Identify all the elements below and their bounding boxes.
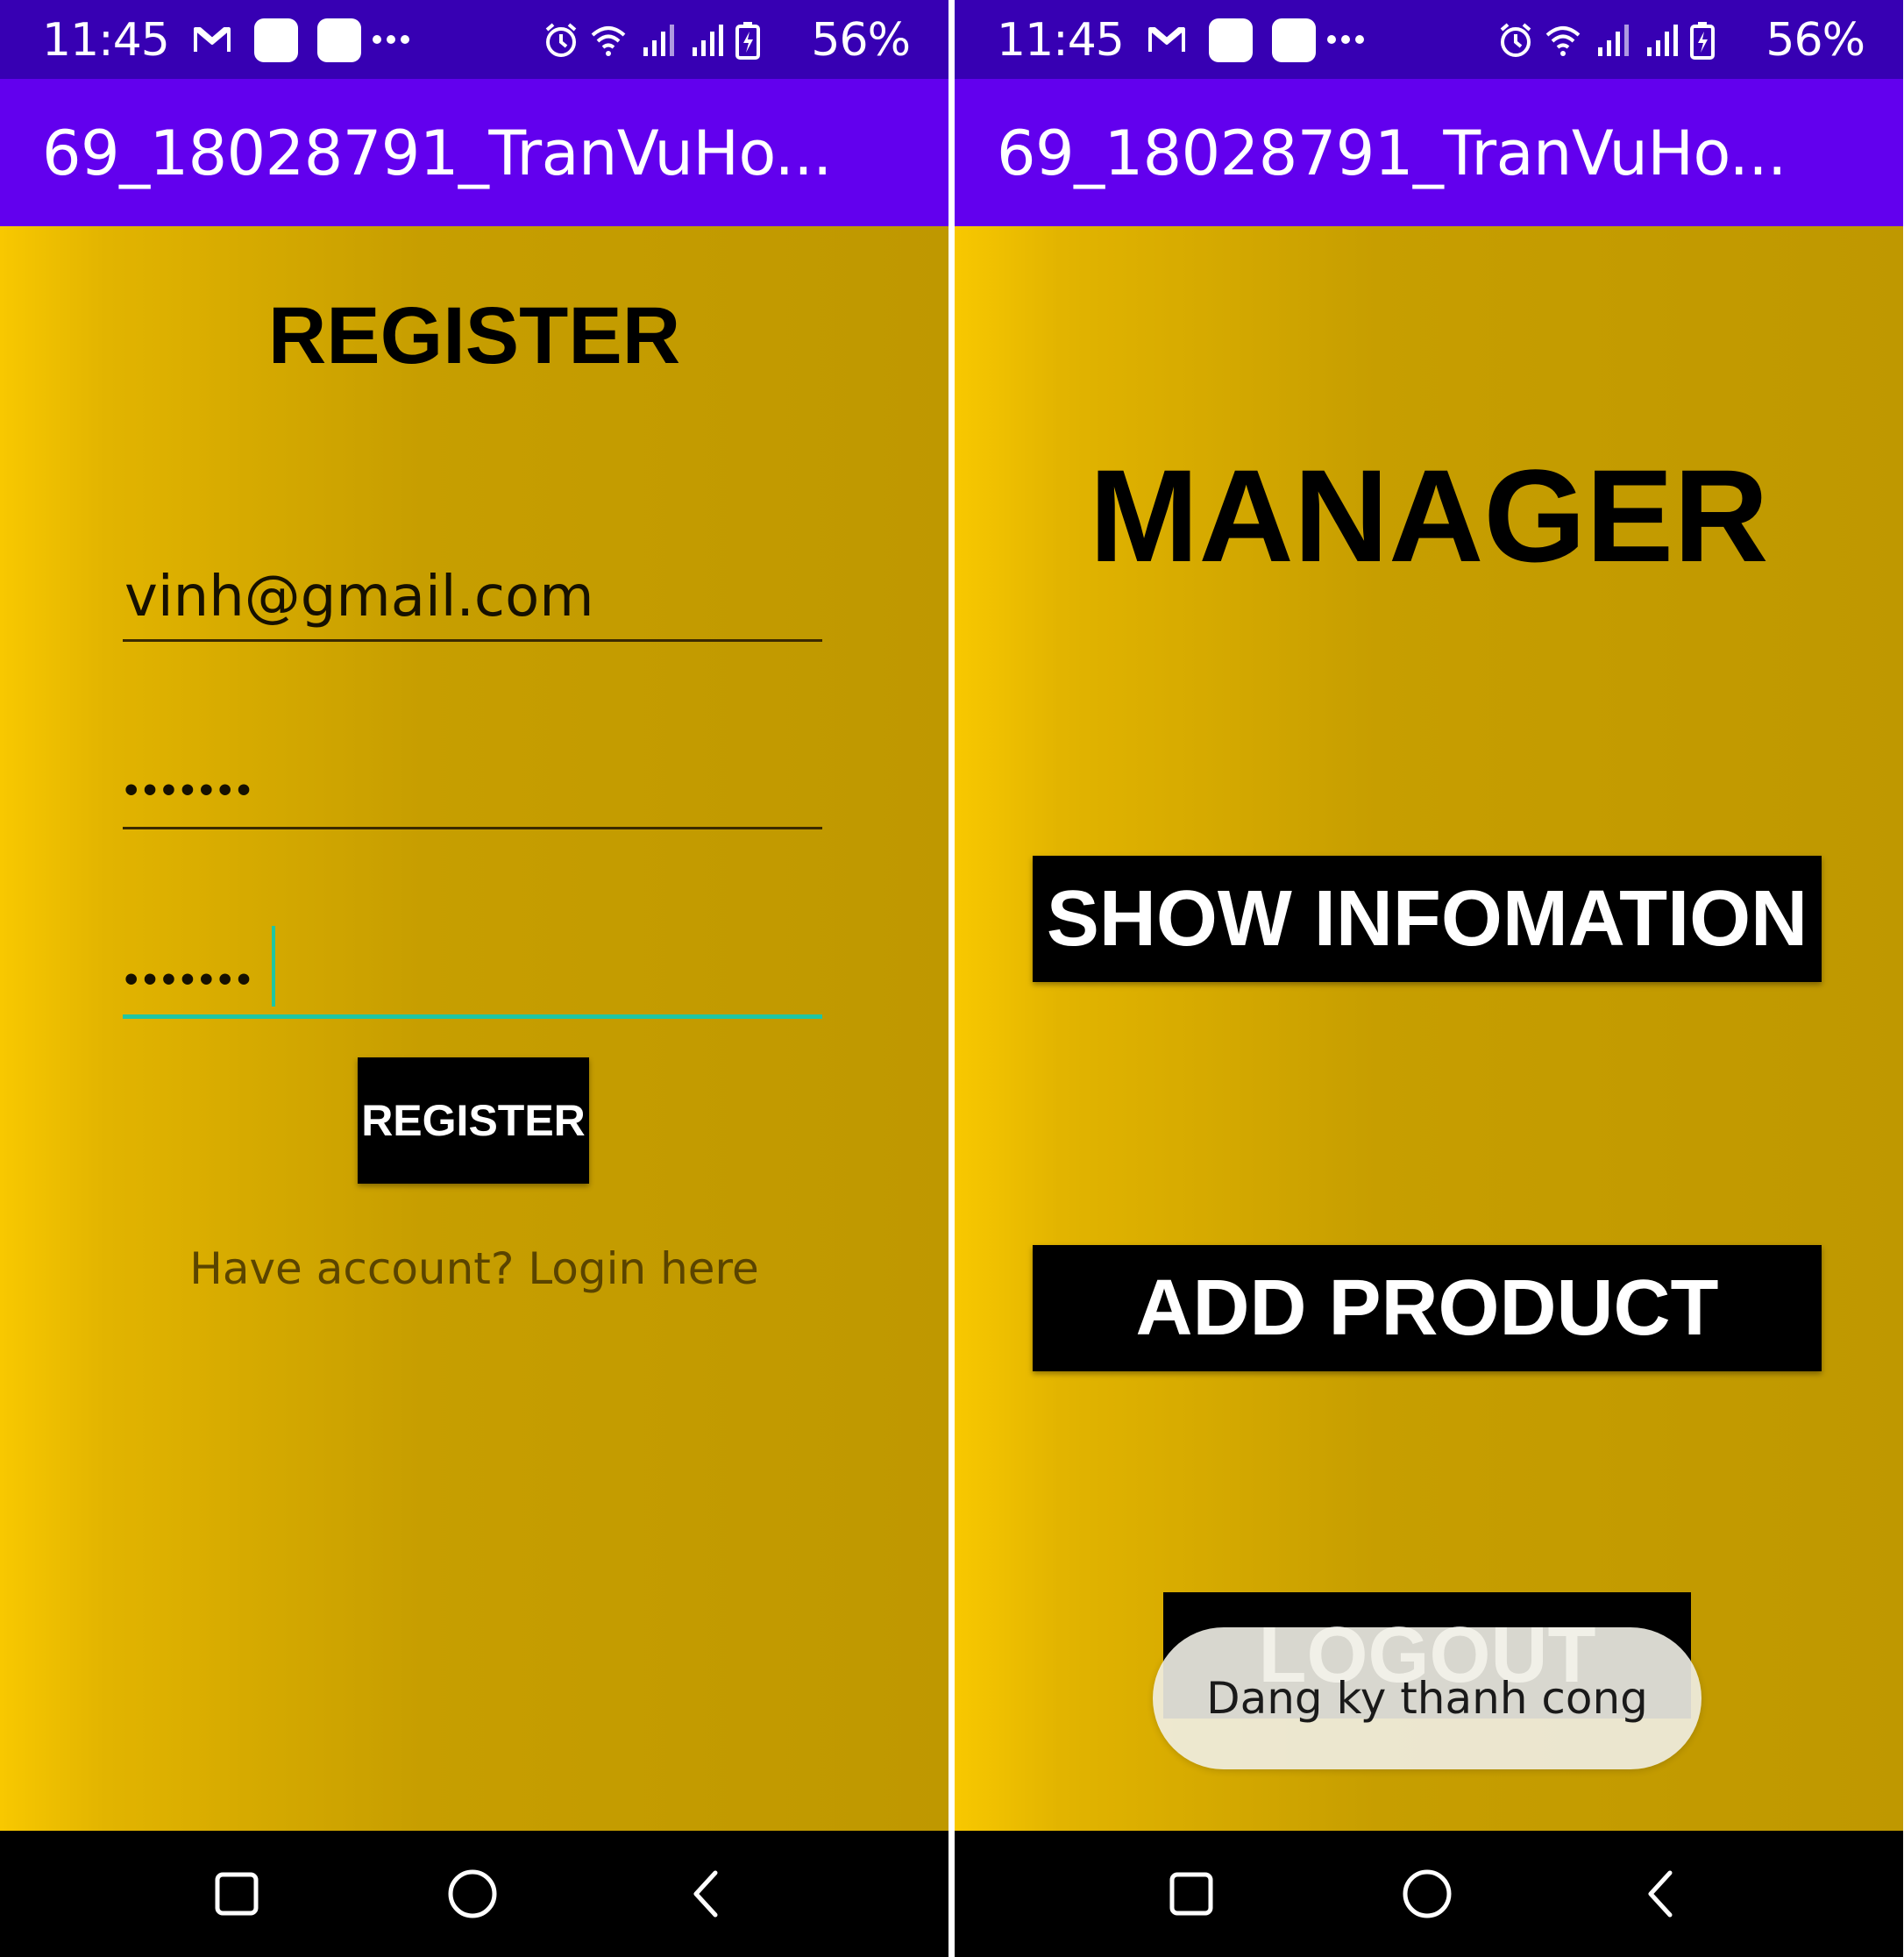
- app-bar: 69_18028791_TranVuHo...: [955, 79, 1903, 226]
- app-title: 69_18028791_TranVuHo...: [42, 117, 832, 189]
- more-notifications-icon: [1325, 18, 1367, 65]
- gmail-icon: [1146, 18, 1188, 65]
- app-notification-icon: [317, 18, 361, 62]
- register-content: REGISTER vinh@gmail.com ••••••• ••••••• …: [0, 226, 948, 1831]
- more-notifications-icon: [370, 18, 412, 65]
- manager-content: MANAGER SHOW INFOMATION ADD PRODUCT LOGO…: [955, 226, 1903, 1831]
- battery-charging-icon: [735, 21, 761, 64]
- app-title: 69_18028791_TranVuHo...: [997, 117, 1787, 189]
- home-icon[interactable]: [1399, 1866, 1455, 1922]
- navigation-bar: [955, 1831, 1903, 1957]
- status-time: 11:45: [997, 14, 1125, 67]
- wifi-icon: [589, 21, 628, 64]
- signal-icon: [640, 21, 678, 64]
- email-field[interactable]: vinh@gmail.com: [123, 516, 822, 642]
- recent-apps-icon[interactable]: [209, 1866, 265, 1922]
- status-bar: 11:45 56%: [0, 0, 948, 79]
- password-masked-value: •••••••: [124, 768, 256, 811]
- signal-icon: [1644, 21, 1682, 64]
- password-underline: [123, 827, 822, 829]
- confirm-password-field[interactable]: •••••••: [123, 893, 822, 1019]
- gmail-icon: [191, 18, 233, 65]
- confirm-password-masked-value: •••••••: [124, 957, 256, 1000]
- wifi-icon: [1544, 21, 1582, 64]
- navigation-bar: [0, 1831, 948, 1957]
- login-link[interactable]: Have account? Login here: [0, 1243, 948, 1294]
- manager-screen: 11:45 56% 69_18028791_TranVuHo... MANAGE…: [955, 0, 1903, 1957]
- app-notification-icon: [1272, 18, 1316, 62]
- confirm-password-underline: [123, 1014, 822, 1019]
- alarm-icon: [1496, 21, 1535, 64]
- password-field[interactable]: •••••••: [123, 703, 822, 829]
- battery-charging-icon: [1689, 21, 1716, 64]
- register-button[interactable]: REGISTER: [358, 1057, 589, 1184]
- back-icon[interactable]: [680, 1866, 736, 1922]
- signal-icon: [1595, 21, 1633, 64]
- battery-percent: 56%: [1765, 14, 1865, 67]
- alarm-icon: [542, 21, 580, 64]
- signal-icon: [689, 21, 728, 64]
- manager-heading: MANAGER: [1089, 442, 1769, 589]
- status-bar: 11:45 56%: [955, 0, 1903, 79]
- text-cursor: [272, 926, 275, 1007]
- app-bar: 69_18028791_TranVuHo...: [0, 79, 948, 226]
- home-icon[interactable]: [444, 1866, 501, 1922]
- add-product-button[interactable]: ADD PRODUCT: [1033, 1245, 1822, 1371]
- app-notification-icon: [254, 18, 298, 62]
- register-screen: 11:45 56% 69_18028791_TranVuHo... REGIST…: [0, 0, 948, 1957]
- email-value: vinh@gmail.com: [124, 565, 594, 630]
- show-information-button[interactable]: SHOW INFOMATION: [1033, 856, 1822, 982]
- toast-message: Dang ky thanh cong: [1153, 1627, 1702, 1769]
- email-underline: [123, 639, 822, 642]
- status-time: 11:45: [42, 14, 170, 67]
- app-notification-icon: [1209, 18, 1253, 62]
- battery-percent: 56%: [811, 14, 911, 67]
- register-heading: REGISTER: [267, 291, 681, 381]
- back-icon[interactable]: [1635, 1866, 1691, 1922]
- recent-apps-icon[interactable]: [1163, 1866, 1219, 1922]
